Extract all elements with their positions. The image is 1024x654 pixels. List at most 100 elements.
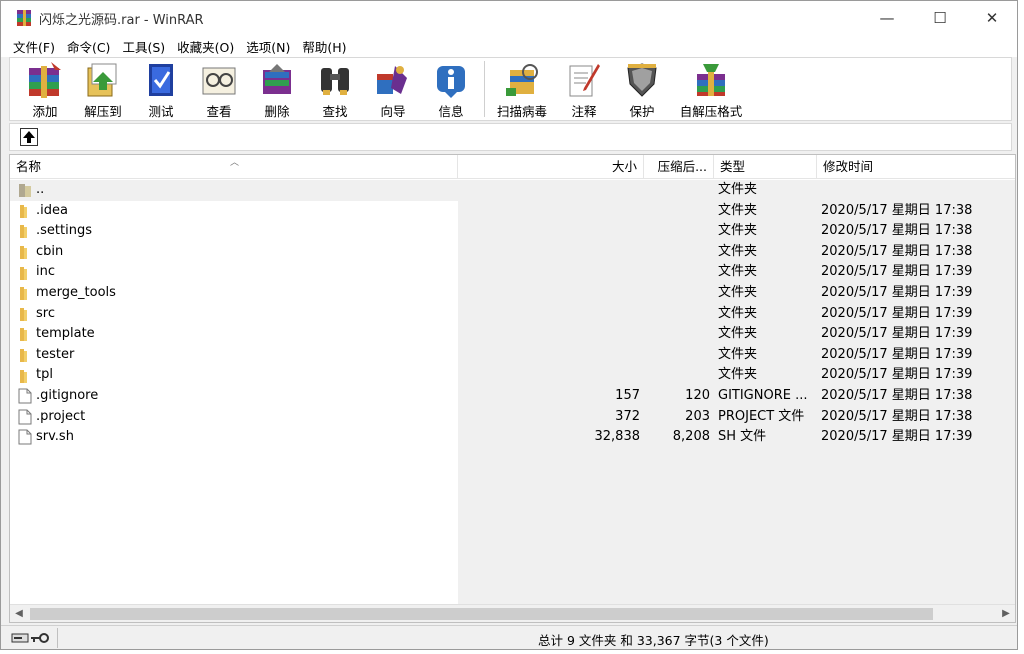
column-type[interactable]: 类型	[714, 155, 817, 179]
up-one-level-button[interactable]	[20, 128, 38, 146]
file-packed-size: 203	[685, 408, 710, 424]
minimize-button[interactable]: —	[864, 1, 910, 35]
table-row[interactable]: src 文件夹 2020/5/17 星期日 17:39	[10, 304, 1015, 325]
file-name: ..	[36, 182, 45, 197]
folder-icon	[20, 328, 27, 342]
menu-bar: 文件(F) 命令(C) 工具(S) 收藏夹(O) 选项(N) 帮助(H)	[1, 35, 1017, 57]
column-size[interactable]: 大小	[458, 155, 644, 179]
folder-icon	[20, 246, 27, 260]
file-icon	[18, 388, 32, 404]
column-packed[interactable]: 压缩后...	[644, 155, 714, 179]
file-size	[458, 262, 640, 283]
table-row[interactable]: .settings 文件夹 2020/5/17 星期日 17:38	[10, 221, 1015, 242]
file-size	[458, 283, 640, 304]
folder-icon	[20, 369, 27, 383]
test-button[interactable]: 测试	[132, 58, 190, 120]
table-row[interactable]: merge_tools 文件夹 2020/5/17 星期日 17:39	[10, 283, 1015, 304]
table-row[interactable]: srv.sh 32,838 8,208 SH 文件 2020/5/17 星期日 17:3…	[10, 427, 1015, 448]
toolbar: 添加 解压到 测试 查看 删除 查找 向导 信息 扫描病毒 注释 保护 自解压格…	[9, 57, 1012, 121]
menu-favorites[interactable]: 收藏夹(O)	[171, 37, 240, 56]
title-bar[interactable]: 闪烁之光源码.rar - WinRAR — ☐ ✕	[1, 1, 1017, 35]
table-row[interactable]: tpl 文件夹 2020/5/17 星期日 17:39	[10, 365, 1015, 386]
protect-icon	[627, 63, 657, 97]
key-icon[interactable]	[31, 633, 49, 643]
table-row[interactable]: template 文件夹 2020/5/17 星期日 17:39	[10, 324, 1015, 345]
menu-help[interactable]: 帮助(H)	[296, 37, 352, 56]
column-name[interactable]: 名称 ︿	[10, 155, 458, 179]
window-title: 闪烁之光源码.rar - WinRAR	[39, 12, 204, 28]
menu-file[interactable]: 文件(F)	[7, 37, 61, 56]
table-row[interactable]: .idea 文件夹 2020/5/17 星期日 17:38	[10, 201, 1015, 222]
find-button[interactable]: 查找	[306, 58, 364, 120]
delete-button[interactable]: 删除	[248, 58, 306, 120]
column-modified[interactable]: 修改时间	[817, 155, 1015, 179]
file-packed-size	[642, 201, 710, 222]
file-icon	[18, 409, 32, 425]
sfx-label: 自解压格式	[679, 104, 743, 119]
file-name: tpl	[36, 367, 53, 383]
extract-to-label: 解压到	[84, 104, 122, 119]
folder-icon	[20, 287, 27, 301]
menu-options[interactable]: 选项(N)	[240, 37, 296, 56]
horizontal-scrollbar[interactable]: ◀ ▶	[10, 604, 1015, 622]
file-name-cell: .settings	[16, 221, 456, 242]
file-name: .settings	[36, 223, 92, 239]
file-name: inc	[36, 264, 55, 280]
add-button[interactable]: 添加	[16, 58, 74, 120]
file-modified: 2020/5/17 星期日 17:38	[821, 387, 973, 403]
file-name: srv.sh	[36, 429, 74, 445]
view-button[interactable]: 查看	[190, 58, 248, 120]
scroll-thumb[interactable]	[30, 608, 933, 620]
file-packed-size	[642, 345, 710, 366]
file-name: .idea	[36, 202, 68, 218]
file-size: 372	[615, 408, 640, 424]
file-name-cell: src	[16, 304, 456, 325]
add-archive-icon	[29, 62, 61, 98]
file-modified: 2020/5/17 星期日 17:39	[821, 326, 973, 342]
wizard-button[interactable]: 向导	[364, 58, 422, 120]
maximize-button[interactable]: ☐	[917, 1, 963, 35]
file-size	[458, 304, 640, 325]
virus-scan-button[interactable]: 扫描病毒	[489, 58, 555, 120]
sfx-button[interactable]: 自解压格式	[671, 58, 751, 120]
file-modified: 2020/5/17 星期日 17:38	[821, 202, 973, 218]
protect-button[interactable]: 保护	[613, 58, 671, 120]
file-type: 文件夹	[718, 202, 758, 218]
folder-icon	[20, 204, 27, 218]
file-type: 文件夹	[718, 367, 758, 383]
virus-scan-label: 扫描病毒	[496, 104, 547, 119]
file-size	[458, 345, 640, 366]
table-row[interactable]: inc 文件夹 2020/5/17 星期日 17:39	[10, 262, 1015, 283]
comment-label: 注释	[571, 104, 597, 119]
file-name-cell: cbin	[16, 242, 456, 263]
menu-commands[interactable]: 命令(C)	[61, 37, 116, 56]
parent-folder-row[interactable]: .. 文件夹	[10, 180, 1015, 201]
test-label: 测试	[148, 104, 174, 119]
comment-icon	[569, 64, 600, 97]
drive-icon[interactable]	[11, 633, 29, 643]
menu-tools[interactable]: 工具(S)	[116, 37, 171, 56]
table-row[interactable]: .gitignore 157 120 GITIGNORE ... 2020/5/17 星…	[10, 386, 1015, 407]
scroll-left-icon[interactable]: ◀	[10, 605, 28, 622]
file-name-cell: merge_tools	[16, 283, 456, 304]
info-button[interactable]: 信息	[422, 58, 480, 120]
file-name: template	[36, 326, 95, 342]
table-row[interactable]: cbin 文件夹 2020/5/17 星期日 17:38	[10, 242, 1015, 263]
close-button[interactable]: ✕	[969, 1, 1015, 35]
virus-scan-icon	[506, 64, 538, 96]
comment-button[interactable]: 注释	[555, 58, 613, 120]
file-name-cell: ..	[16, 180, 456, 201]
extract-to-button[interactable]: 解压到	[74, 58, 132, 120]
find-label: 查找	[322, 104, 348, 119]
file-name-cell: .gitignore	[16, 386, 456, 407]
file-type: 文件夹	[718, 326, 758, 342]
file-packed-size	[642, 304, 710, 325]
file-name: .project	[36, 408, 86, 424]
file-packed-size: 8,208	[672, 429, 710, 445]
file-modified: 2020/5/17 星期日 17:39	[821, 284, 973, 300]
test-icon	[149, 64, 173, 96]
table-row[interactable]: tester 文件夹 2020/5/17 星期日 17:39	[10, 345, 1015, 366]
sfx-icon	[697, 64, 725, 96]
scroll-right-icon[interactable]: ▶	[997, 605, 1015, 622]
table-row[interactable]: .project 372 203 PROJECT 文件 2020/5/17 星期日 17…	[10, 407, 1015, 428]
